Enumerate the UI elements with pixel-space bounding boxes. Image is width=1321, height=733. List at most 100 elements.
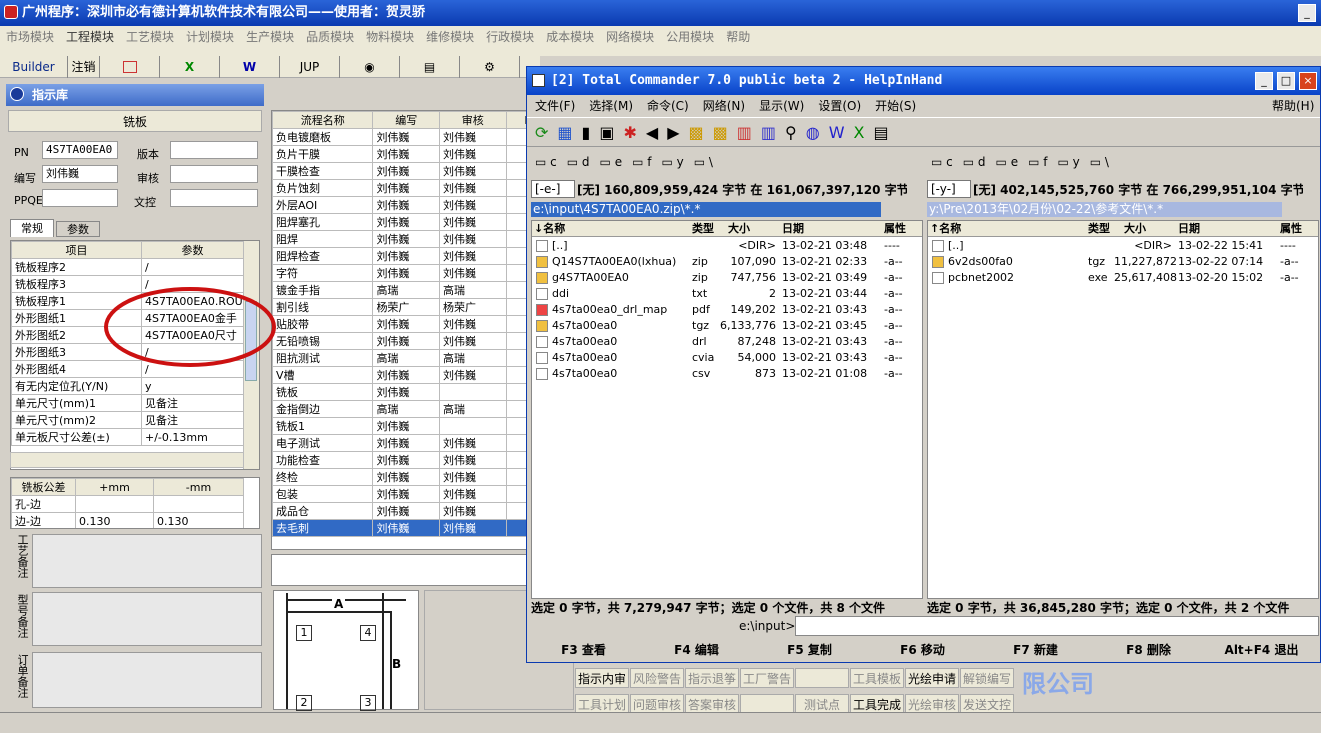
bottom-button-row1-7[interactable]: 解锁编写 <box>960 668 1014 688</box>
file-row[interactable]: [..] <DIR> 13-02-22 15:41 ---- <box>928 238 1318 254</box>
params-row[interactable]: 铣板程序3/ <box>11 275 244 293</box>
bottom-button-row2-0[interactable]: 工具计划 <box>575 694 629 714</box>
column-header[interactable]: 类型 <box>1088 221 1110 237</box>
process-row[interactable]: 干膜检查 刘伟巍 刘伟巍 <box>272 162 526 180</box>
builder-button[interactable]: Builder <box>0 56 68 78</box>
process-row[interactable]: 铣板 刘伟巍 <box>272 383 526 401</box>
bottom-button-row2-7[interactable]: 发送文控 <box>960 694 1014 714</box>
process-note-field[interactable] <box>271 554 527 586</box>
params-row[interactable]: 单元尺寸(mm)1 见备注 <box>11 394 244 412</box>
doc-icon[interactable] <box>100 56 160 78</box>
menu-item-3[interactable]: 计划模块 <box>180 26 240 46</box>
url-icon[interactable]: ▥ <box>761 123 785 142</box>
process-row[interactable]: 阻焊 刘伟巍 刘伟巍 <box>272 230 526 248</box>
tab-general[interactable]: 常规 <box>10 219 54 237</box>
column-header[interactable]: ↓名称 <box>534 221 565 237</box>
menu-item-8[interactable]: 行政模块 <box>480 26 540 46</box>
params-row[interactable]: 外形图纸3/ <box>11 343 244 361</box>
bottom-button-row1-3[interactable]: 工厂警告 <box>740 668 794 688</box>
drive-button-right-1[interactable]: ▭ d <box>963 155 986 169</box>
bottom-button-row1-2[interactable]: 指示退筝 <box>685 668 739 688</box>
tc-maximize-button[interactable]: □ <box>1277 72 1295 90</box>
notepad-icon[interactable]: ▤ <box>873 123 897 142</box>
bottom-button-row2-2[interactable]: 答案审核 <box>685 694 739 714</box>
fkey-button-4[interactable]: F7 新建 <box>979 639 1092 661</box>
file-row[interactable]: 4s7ta00ea0 csv 873 13-02-21 01:08 -a-- <box>532 366 922 382</box>
bottom-button-row2-6[interactable]: 光绘审核 <box>905 694 959 714</box>
tc-menu-help[interactable]: 帮助(H) <box>1272 97 1314 114</box>
column-header[interactable]: ↑名称 <box>930 221 961 237</box>
process-row[interactable]: 金指倒边 高瑞 高瑞 <box>272 400 526 418</box>
process-row[interactable]: 成品仓 刘伟巍 刘伟巍 <box>272 502 526 520</box>
drive-button-right-5[interactable]: ▭ \ <box>1090 155 1109 169</box>
params-row[interactable]: 铣板程序2/ <box>11 258 244 276</box>
params-hscrollbar[interactable] <box>10 452 244 468</box>
column-header[interactable]: 日期 <box>782 221 804 237</box>
process-row[interactable]: 阻抗测试 高瑞 高瑞 <box>272 349 526 367</box>
author-field[interactable]: 刘伟巍 <box>42 165 118 183</box>
drive-button-right-4[interactable]: ▭ y <box>1057 155 1079 169</box>
process-row[interactable]: 无铅喷锡 刘伟巍 刘伟巍 <box>272 332 526 350</box>
drive-button-left-4[interactable]: ▭ y <box>661 155 683 169</box>
fkey-button-3[interactable]: F6 移动 <box>866 639 979 661</box>
fkey-button-1[interactable]: F4 编辑 <box>640 639 753 661</box>
params-row[interactable]: 外形图纸4/ <box>11 360 244 378</box>
eye-icon[interactable]: ◉ <box>340 56 400 78</box>
tc-menu-item-0[interactable]: 文件(F) <box>535 99 575 113</box>
params-scroll-thumb[interactable] <box>245 301 257 381</box>
network-icon[interactable]: ◍ <box>806 123 829 142</box>
tc-menu-item-4[interactable]: 显示(W) <box>759 99 804 113</box>
params-row[interactable]: 有无内定位孔(Y/N) y <box>11 377 244 395</box>
process-row[interactable]: 镀金手指 高瑞 高瑞 <box>272 281 526 299</box>
file-row[interactable]: 4s7ta00ea0 cvia 54,000 13-02-21 03:43 -a-- <box>532 350 922 366</box>
review-field[interactable] <box>170 165 258 183</box>
drive-button-left-5[interactable]: ▭ \ <box>694 155 713 169</box>
drive-button-right-3[interactable]: ▭ f <box>1028 155 1047 169</box>
edition-field[interactable] <box>170 141 258 159</box>
fkey-button-6[interactable]: Alt+F4 退出 <box>1205 639 1318 661</box>
file-row[interactable]: ddi txt 2 13-02-21 03:44 -a-- <box>532 286 922 302</box>
bottom-button-row1-5[interactable]: 工具模板 <box>850 668 904 688</box>
menu-item-5[interactable]: 品质模块 <box>300 26 360 46</box>
process-row[interactable]: 外层AOI 刘伟巍 刘伟巍 <box>272 196 526 214</box>
right-drive-select[interactable]: [-y-] <box>927 180 971 198</box>
drive-button-right-0[interactable]: ▭ c <box>931 155 953 169</box>
tc-menu-item-3[interactable]: 网络(N) <box>703 99 745 113</box>
process-row[interactable]: 电子测试 刘伟巍 刘伟巍 <box>272 434 526 452</box>
menu-item-6[interactable]: 物料模块 <box>360 26 420 46</box>
menu-item-0[interactable]: 市场模块 <box>0 26 60 46</box>
left-path[interactable]: e:\input\4S7TA00EA0.zip\*.* <box>531 202 881 217</box>
process-row[interactable]: 负片干膜 刘伟巍 刘伟巍 <box>272 145 526 163</box>
menu-item-10[interactable]: 网络模块 <box>600 26 660 46</box>
forward-icon[interactable]: ▶ <box>667 123 688 142</box>
process-row[interactable]: 割引线 杨荣广 杨荣广 <box>272 298 526 316</box>
menu-item-11[interactable]: 公用模块 <box>660 26 720 46</box>
command-line-input[interactable] <box>795 616 1319 636</box>
tools-icon[interactable]: ⚙ <box>460 56 520 78</box>
invert-selection-icon[interactable]: ✱ <box>623 123 645 142</box>
excel-icon[interactable]: X <box>160 56 220 78</box>
file-row[interactable]: [..] <DIR> 13-02-21 03:48 ---- <box>532 238 922 254</box>
word-icon[interactable]: W <box>829 123 854 142</box>
bottom-button-row1-6[interactable]: 光绘申请 <box>905 668 959 688</box>
menu-item-2[interactable]: 工艺模块 <box>120 26 180 46</box>
fkey-button-2[interactable]: F5 复制 <box>753 639 866 661</box>
drive-button-left-0[interactable]: ▭ c <box>535 155 557 169</box>
column-header[interactable]: 大小 <box>728 221 750 237</box>
params-row[interactable]: 外形图纸1 4S7TA00EA0金手 <box>11 309 244 327</box>
process-row[interactable]: 铣板1 刘伟巍 <box>272 417 526 435</box>
left-drive-select[interactable]: [-e-] <box>531 180 575 198</box>
params-row[interactable]: 外形图纸2 4S7TA00EA0尺寸 <box>11 326 244 344</box>
full-view-icon[interactable]: ▮ <box>582 123 600 142</box>
tc-menu-item-5[interactable]: 设置(O) <box>818 99 861 113</box>
params-row[interactable]: 单元板尺寸公差(±) +/-0.13mm <box>11 428 244 446</box>
minimize-button[interactable]: _ <box>1298 4 1316 22</box>
menu-item-7[interactable]: 维修模块 <box>420 26 480 46</box>
fkey-button-5[interactable]: F8 删除 <box>1092 639 1205 661</box>
pack-icon[interactable]: ▩ <box>689 123 713 142</box>
drive-button-left-3[interactable]: ▭ f <box>632 155 651 169</box>
unpack-icon[interactable]: ▩ <box>713 123 737 142</box>
process-row[interactable]: 负电镀磨板 刘伟巍 刘伟巍 <box>272 128 526 146</box>
bottom-button-row2-4[interactable]: 测试点 <box>795 694 849 714</box>
drive-button-right-2[interactable]: ▭ e <box>996 155 1019 169</box>
